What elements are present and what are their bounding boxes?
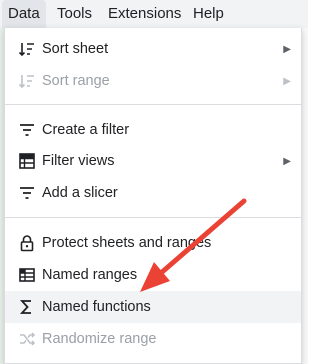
sheet-background-right (302, 28, 308, 364)
menu-item-sort-range: Sort range ▶ (5, 65, 301, 97)
menu-item-add-slicer[interactable]: Add a slicer (5, 177, 301, 209)
menu-item-filter-views[interactable]: Filter views ▶ (5, 145, 301, 177)
menu-item-label: Randomize range (42, 331, 157, 347)
menu-item-label: Sort sheet (42, 41, 109, 57)
sort-icon (17, 39, 37, 59)
menu-item-label: Sort range (42, 73, 110, 89)
menu-item-named-ranges[interactable]: Named ranges (5, 259, 301, 291)
menu-tools[interactable]: Tools (51, 0, 98, 28)
sort-icon (17, 71, 37, 91)
sigma-icon (17, 297, 37, 317)
menu-item-create-filter[interactable]: Create a filter (5, 114, 301, 146)
filter-views-icon (17, 151, 37, 171)
submenu-arrow-icon: ▶ (283, 155, 291, 167)
slicer-icon (17, 183, 37, 203)
menu-item-protect-sheets[interactable]: Protect sheets and ranges (5, 227, 301, 259)
menu-item-randomize-range: Randomize range (5, 323, 301, 355)
filter-icon (17, 120, 37, 140)
menu-bar: Data Tools Extensions Help (0, 0, 308, 28)
menu-item-label: Named functions (42, 299, 151, 315)
menu-divider (5, 104, 301, 105)
menu-divider (5, 217, 301, 218)
lock-icon (17, 233, 37, 253)
menu-item-sort-sheet[interactable]: Sort sheet ▶ (5, 33, 301, 65)
menu-item-named-functions[interactable]: Named functions (5, 291, 301, 323)
menu-item-label: Create a filter (42, 122, 130, 138)
data-menu-dropdown: Sort sheet ▶ Sort range ▶ Create a filte… (4, 28, 302, 364)
menu-item-label: Filter views (42, 153, 115, 169)
randomize-icon (17, 329, 37, 349)
menu-item-label: Add a slicer (42, 185, 118, 201)
menu-item-label: Protect sheets and ranges (42, 235, 212, 251)
menu-help[interactable]: Help (187, 0, 230, 28)
menu-item-label: Named ranges (42, 267, 138, 283)
submenu-arrow-icon: ▶ (283, 75, 291, 87)
menu-extensions[interactable]: Extensions (102, 0, 187, 28)
menu-data[interactable]: Data (2, 0, 46, 28)
named-ranges-icon (17, 265, 37, 285)
submenu-arrow-icon: ▶ (283, 43, 291, 55)
